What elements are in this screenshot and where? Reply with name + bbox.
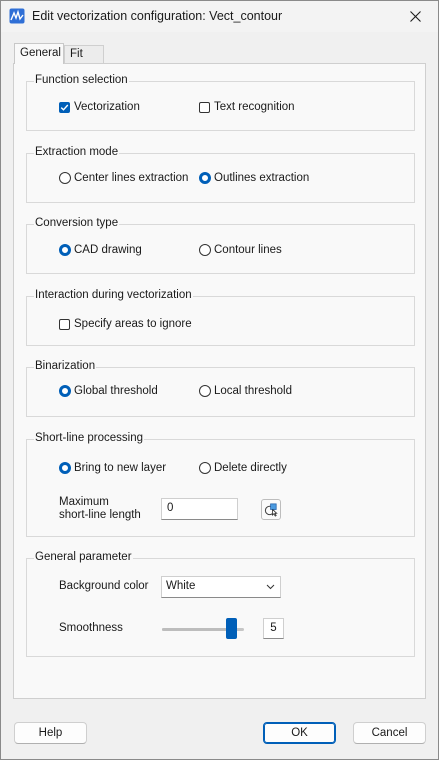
radio-circle bbox=[59, 462, 71, 474]
checkbox-label: Specify areas to ignore bbox=[74, 318, 192, 330]
smoothness-slider-thumb[interactable] bbox=[226, 618, 237, 639]
global-threshold-radio[interactable]: Global threshold bbox=[59, 385, 158, 397]
local-threshold-radio[interactable]: Local threshold bbox=[199, 385, 292, 397]
max-length-label-line1: Maximum bbox=[59, 496, 109, 508]
group-title: General parameter bbox=[34, 551, 133, 563]
radio-circle bbox=[199, 244, 211, 256]
ok-button[interactable]: OK bbox=[263, 722, 336, 744]
vectorization-checkbox[interactable]: Vectorization bbox=[59, 101, 140, 113]
radio-circle bbox=[199, 172, 211, 184]
help-button[interactable]: Help bbox=[14, 722, 87, 744]
delete-directly-radio[interactable]: Delete directly bbox=[199, 462, 287, 474]
short-line-group: Short-line processing bbox=[26, 432, 415, 537]
radio-label: Bring to new layer bbox=[74, 462, 167, 474]
center-lines-radio[interactable]: Center lines extraction bbox=[59, 172, 188, 184]
radio-label: Global threshold bbox=[74, 385, 158, 397]
bring-to-new-layer-radio[interactable]: Bring to new layer bbox=[59, 462, 166, 474]
group-title: Function selection bbox=[34, 74, 129, 86]
chevron-down-icon bbox=[266, 584, 275, 590]
title-bar: Edit vectorization configuration: Vect_c… bbox=[1, 1, 438, 32]
pick-length-button[interactable] bbox=[261, 499, 281, 520]
close-button[interactable] bbox=[392, 1, 438, 32]
group-title: Extraction mode bbox=[34, 146, 120, 158]
group-title: Binarization bbox=[34, 360, 97, 372]
checkbox-label: Text recognition bbox=[214, 101, 295, 113]
smoothness-slider-fill bbox=[162, 628, 226, 631]
tab-general[interactable]: General bbox=[14, 43, 64, 64]
checkbox-box bbox=[199, 101, 210, 113]
smoothness-value: 5 bbox=[263, 618, 284, 639]
radio-circle bbox=[199, 385, 211, 397]
radio-circle bbox=[59, 172, 71, 184]
outlines-radio[interactable]: Outlines extraction bbox=[199, 172, 309, 184]
contour-lines-radio[interactable]: Contour lines bbox=[199, 244, 282, 256]
pick-length-icon bbox=[264, 503, 278, 517]
radio-label: Local threshold bbox=[214, 385, 292, 397]
cad-drawing-radio[interactable]: CAD drawing bbox=[59, 244, 142, 256]
radio-circle bbox=[199, 462, 211, 474]
checkbox-box bbox=[59, 318, 70, 330]
radio-label: CAD drawing bbox=[74, 244, 142, 256]
vectorization-app-icon bbox=[9, 8, 25, 24]
radio-circle bbox=[59, 385, 71, 397]
select-value: White bbox=[166, 580, 196, 592]
max-length-input[interactable]: 0 bbox=[161, 498, 238, 520]
background-color-label: Background color bbox=[59, 580, 149, 592]
radio-label: Contour lines bbox=[214, 244, 282, 256]
window-title: Edit vectorization configuration: Vect_c… bbox=[32, 9, 283, 23]
text-recognition-checkbox[interactable]: Text recognition bbox=[199, 101, 295, 113]
general-parameter-group: General parameter bbox=[26, 551, 415, 657]
cancel-button[interactable]: Cancel bbox=[353, 722, 426, 744]
checkbox-box bbox=[59, 101, 70, 113]
tab-fit[interactable]: Fit bbox=[64, 45, 104, 63]
background-color-select[interactable]: White bbox=[161, 576, 281, 598]
radio-label: Delete directly bbox=[214, 462, 287, 474]
close-icon bbox=[409, 11, 421, 22]
check-icon bbox=[60, 104, 69, 111]
radio-label: Center lines extraction bbox=[74, 172, 189, 184]
checkbox-label: Vectorization bbox=[74, 101, 140, 113]
dialog-window: Edit vectorization configuration: Vect_c… bbox=[0, 0, 439, 760]
specify-areas-checkbox[interactable]: Specify areas to ignore bbox=[59, 318, 192, 330]
radio-circle bbox=[59, 244, 71, 256]
radio-label: Outlines extraction bbox=[214, 172, 310, 184]
group-title: Interaction during vectorization bbox=[34, 289, 193, 301]
group-title: Conversion type bbox=[34, 217, 120, 229]
group-title: Short-line processing bbox=[34, 432, 145, 444]
max-length-label-line2: short-line length bbox=[59, 509, 141, 521]
smoothness-label: Smoothness bbox=[59, 622, 123, 634]
